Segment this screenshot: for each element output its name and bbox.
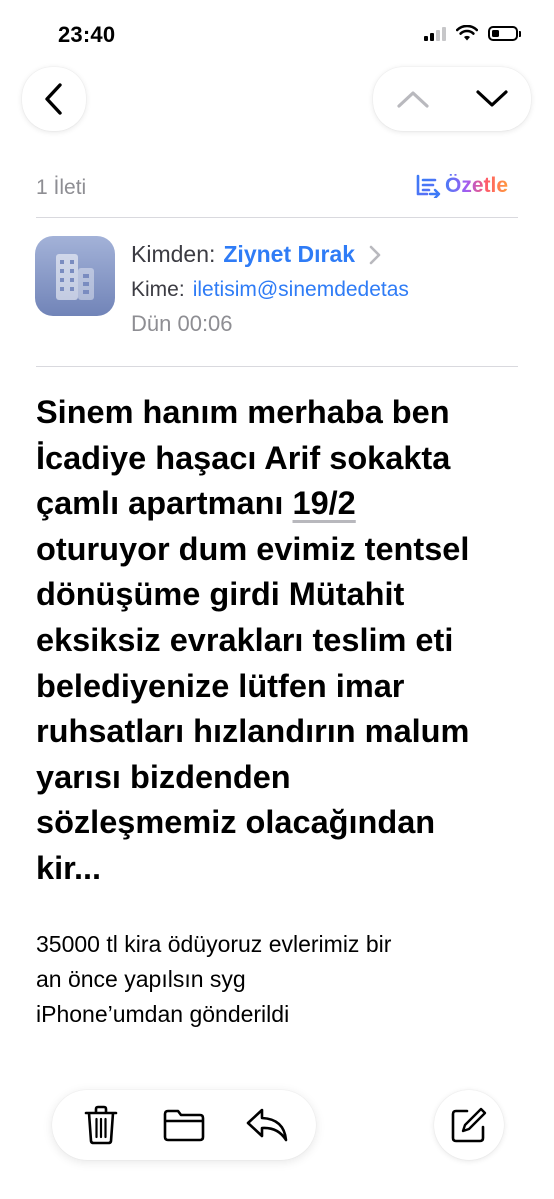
summarize-label: Özetle: [445, 174, 509, 197]
message-subject: Sinem hanım merhaba ben İcadiye haşacı A…: [36, 390, 526, 892]
chevron-left-icon: [45, 83, 62, 115]
message-body: 35000 tl kira ödüyoruz evlerimiz bir an …: [36, 927, 516, 1032]
battery-icon: [488, 25, 521, 41]
reply-icon: [246, 1108, 287, 1142]
subject-line: oturuyor dum evimiz tentsel: [36, 530, 470, 567]
subject-line: kir...: [36, 849, 102, 886]
status-icons: [424, 25, 521, 41]
to-line: Kime: iletisim@sinemdedetas: [131, 278, 483, 302]
delete-button[interactable]: [73, 1097, 129, 1153]
to-label: Kime:: [131, 278, 185, 301]
bottom-toolbar: [52, 1090, 316, 1160]
subject-line: İcadiye haşacı Arif sokakta: [36, 439, 451, 476]
summary-lines-icon: [416, 174, 441, 198]
subject-line: ruhsatları hızlandırın malum: [36, 713, 470, 750]
chevron-up-icon: [396, 91, 429, 108]
subject-line: sözleşmemiz olacağından: [36, 804, 436, 841]
chevron-down-icon: [475, 90, 508, 107]
next-message-button[interactable]: [464, 71, 520, 127]
recipient-address[interactable]: iletisim@sinemdedetas: [193, 278, 409, 302]
back-button[interactable]: [22, 67, 86, 131]
cellular-signal-icon: [424, 25, 446, 41]
divider: [36, 366, 518, 367]
subject-line: eksiksiz evrakları teslim eti: [36, 621, 454, 658]
wifi-icon: [456, 25, 478, 41]
status-time: 23:40: [58, 22, 116, 47]
detected-data-link[interactable]: 19/2: [293, 485, 356, 521]
previous-message-button[interactable]: [385, 71, 441, 127]
compose-icon: [451, 1107, 487, 1143]
divider: [36, 217, 518, 218]
message-date: Dün 00:06: [131, 311, 233, 336]
from-line[interactable]: Kimden: Ziynet Dırak: [131, 241, 385, 268]
subject-text: çamlı apartmanı: [36, 485, 293, 522]
folder-icon: [163, 1109, 205, 1142]
chevron-right-icon: [369, 245, 381, 264]
signature: iPhone’umdan gönderildi: [36, 1001, 290, 1027]
building-icon: [56, 254, 94, 300]
sender-avatar: [35, 236, 115, 316]
reply-button[interactable]: [239, 1097, 295, 1153]
message-count: 1 İleti: [36, 176, 87, 199]
subject-line: belediyenize lütfen imar: [36, 667, 405, 704]
subject-line: dönüşüme girdi Mütahit: [36, 576, 405, 613]
sender-name[interactable]: Ziynet Dırak: [223, 241, 355, 268]
subject-line: yarısı bizdenden: [36, 758, 291, 795]
subject-line: Sinem hanım merhaba ben: [36, 394, 450, 430]
message-navigation: [373, 67, 531, 131]
move-to-folder-button[interactable]: [156, 1097, 212, 1153]
summarize-button[interactable]: Özetle: [415, 174, 508, 198]
subject-line: çamlı apartmanı 19/2: [36, 481, 526, 527]
from-label: Kimden:: [131, 241, 216, 267]
compose-button[interactable]: [434, 1090, 504, 1160]
trash-icon: [85, 1105, 118, 1145]
body-line: an önce yapılsın syg: [36, 966, 246, 992]
body-line: 35000 tl kira ödüyoruz evlerimiz bir: [36, 931, 392, 957]
